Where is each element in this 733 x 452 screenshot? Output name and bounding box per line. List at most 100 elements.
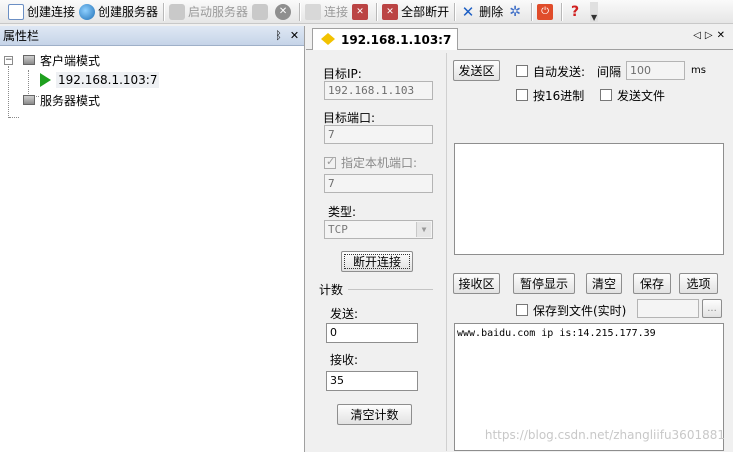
tab-nav-controls[interactable]: ◁▷✕ [693,30,729,41]
save-to-file-checkbox[interactable] [516,304,528,316]
new-document-icon [8,3,24,20]
type-select[interactable]: TCP ▼ [324,220,433,239]
recv-area-button[interactable]: 接收区 [453,273,500,294]
tree-node-label: 192.168.1.103:7 [56,72,160,88]
pause-display-button[interactable]: 暂停显示 [513,273,575,294]
target-port-field[interactable]: 7 [324,125,433,144]
play-icon [40,73,51,87]
delete-label: 删除 [479,5,504,19]
save-path-field[interactable] [637,299,699,318]
tree-node-label: 服务器模式 [40,93,101,108]
delete-cross-icon: ✕ [461,2,475,21]
send-file-label: 发送文件 [617,89,666,103]
toolbar-separator [531,2,533,21]
tree-node-server-mode[interactable]: 服务器模式 [0,90,304,110]
toolbar-separator [561,2,563,21]
auto-send-label: 自动发送: [533,65,586,79]
chevron-down-icon: ▼ [416,222,431,237]
recv-content: www.baidu.com ip is:14.215.177.39 [457,328,656,339]
exit-button[interactable]: ⏻ [535,2,558,22]
divider [446,53,447,451]
auto-send-checkbox[interactable] [516,65,528,77]
network-disconnect-icon: ✕ [352,3,369,20]
interval-unit: ms [691,65,706,76]
property-panel-header: 属性栏 ᛒ ✕ [0,26,304,46]
recv-count-label: 接收: [330,353,359,367]
close-circle-icon: ✕ [275,3,292,20]
create-server-label: 创建服务器 [98,5,159,19]
tab-bar: 192.168.1.103:7 ◁▷✕ [306,26,733,50]
hex-send-label: 按16进制 [533,89,585,103]
connection-icon [321,33,335,45]
save-recv-button[interactable]: 保存 [633,273,671,294]
start-server-button[interactable]: 启动服务器 [167,2,250,22]
toolbar: 创建连接 创建服务器 启动服务器 ✕ 连接 ✕ ✕ 全部断开 ✕ 删除 ✲ ⏻ … [0,0,733,24]
computer-icon [23,95,35,105]
help-icon: ? [571,3,580,20]
connect-button[interactable]: 连接 [303,2,350,22]
recv-count-field[interactable]: 35 [326,371,418,391]
tab-label: 192.168.1.103:7 [341,32,452,47]
toolbar-separator [163,2,165,21]
gear-icon: ✲ [509,3,521,20]
pin-icon[interactable]: ᛒ [272,29,285,42]
toolbar-overflow-button[interactable]: ▼ [590,1,599,22]
server-stop-icon [252,3,269,20]
send-count-label: 发送: [330,307,359,321]
options-button[interactable]: 选项 [679,273,718,294]
toolbar-separator [454,2,456,21]
target-ip-field[interactable]: 192.168.1.103 [324,81,433,100]
globe-icon [79,3,96,20]
clear-count-button[interactable]: 清空计数 [337,404,412,425]
network-icon [305,3,322,20]
collapse-icon[interactable]: − [4,55,13,65]
disconnect-all-button[interactable]: ✕ 全部断开 [380,2,451,22]
connection-tree: − 客户端模式 192.168.1.103:7 服务器模式 [0,46,304,118]
create-connection-button[interactable]: 创建连接 [6,2,77,22]
local-port-field[interactable]: 7 [324,174,433,193]
create-server-button[interactable]: 创建服务器 [77,2,160,22]
connect-label: 连接 [324,5,349,19]
toolbar-separator [299,2,301,21]
watermark: https://blog.csdn.net/zhangliifu3601881 [484,428,725,442]
target-ip-label: 目标IP: [323,67,362,81]
disconnect-button[interactable]: 断开连接 [341,251,413,272]
tree-node-connection[interactable]: 192.168.1.103:7 [0,70,304,90]
interval-field[interactable]: 100 [626,61,685,80]
disconnect-all-icon: ✕ [382,3,399,20]
type-label: 类型: [328,205,357,219]
hex-send-checkbox[interactable] [516,89,528,101]
connection-content: 目标IP: 192.168.1.103 目标端口: 7 指定本机端口: 7 类型… [306,51,733,452]
computer-icon [23,55,35,65]
send-area-button[interactable]: 发送区 [453,60,500,81]
close-server-button[interactable]: ✕ [273,2,296,22]
group-line [348,289,433,290]
connection-area: 192.168.1.103:7 ◁▷✕ 目标IP: 192.168.1.103 … [306,26,733,452]
start-server-label: 启动服务器 [188,5,249,19]
tree-node-label: 客户端模式 [40,53,101,68]
clear-recv-button[interactable]: 清空 [586,273,622,294]
power-icon: ⏻ [537,3,554,20]
local-port-checkbox[interactable] [324,155,336,169]
help-button[interactable]: ? [565,2,588,22]
tree-node-client-mode[interactable]: − 客户端模式 [0,50,304,70]
settings-button[interactable]: ✲ [505,2,528,22]
stop-server-button[interactable] [250,2,273,22]
property-panel: 属性栏 ᛒ ✕ − 客户端模式 192.168.1.103:7 服务器模式 [0,26,305,452]
disconnect-all-label: 全部断开 [401,5,450,19]
tab-connection[interactable]: 192.168.1.103:7 [312,28,459,50]
browse-button[interactable]: ... [702,299,722,318]
delete-button[interactable]: ✕ 删除 [458,2,505,22]
save-to-file-label: 保存到文件(实时) [533,304,627,318]
local-port-label: 指定本机端口: [341,156,418,170]
server-icon [169,3,186,20]
send-count-field[interactable]: 0 [326,323,418,343]
close-icon[interactable]: ✕ [288,29,301,42]
send-file-checkbox[interactable] [600,89,612,101]
count-group-label: 计数 [319,283,344,297]
property-panel-title: 属性栏 [3,29,40,43]
disconnect-button[interactable]: ✕ [350,2,373,22]
send-textarea[interactable] [454,143,724,255]
interval-label: 间隔 [597,65,622,79]
tree-line [9,117,19,118]
